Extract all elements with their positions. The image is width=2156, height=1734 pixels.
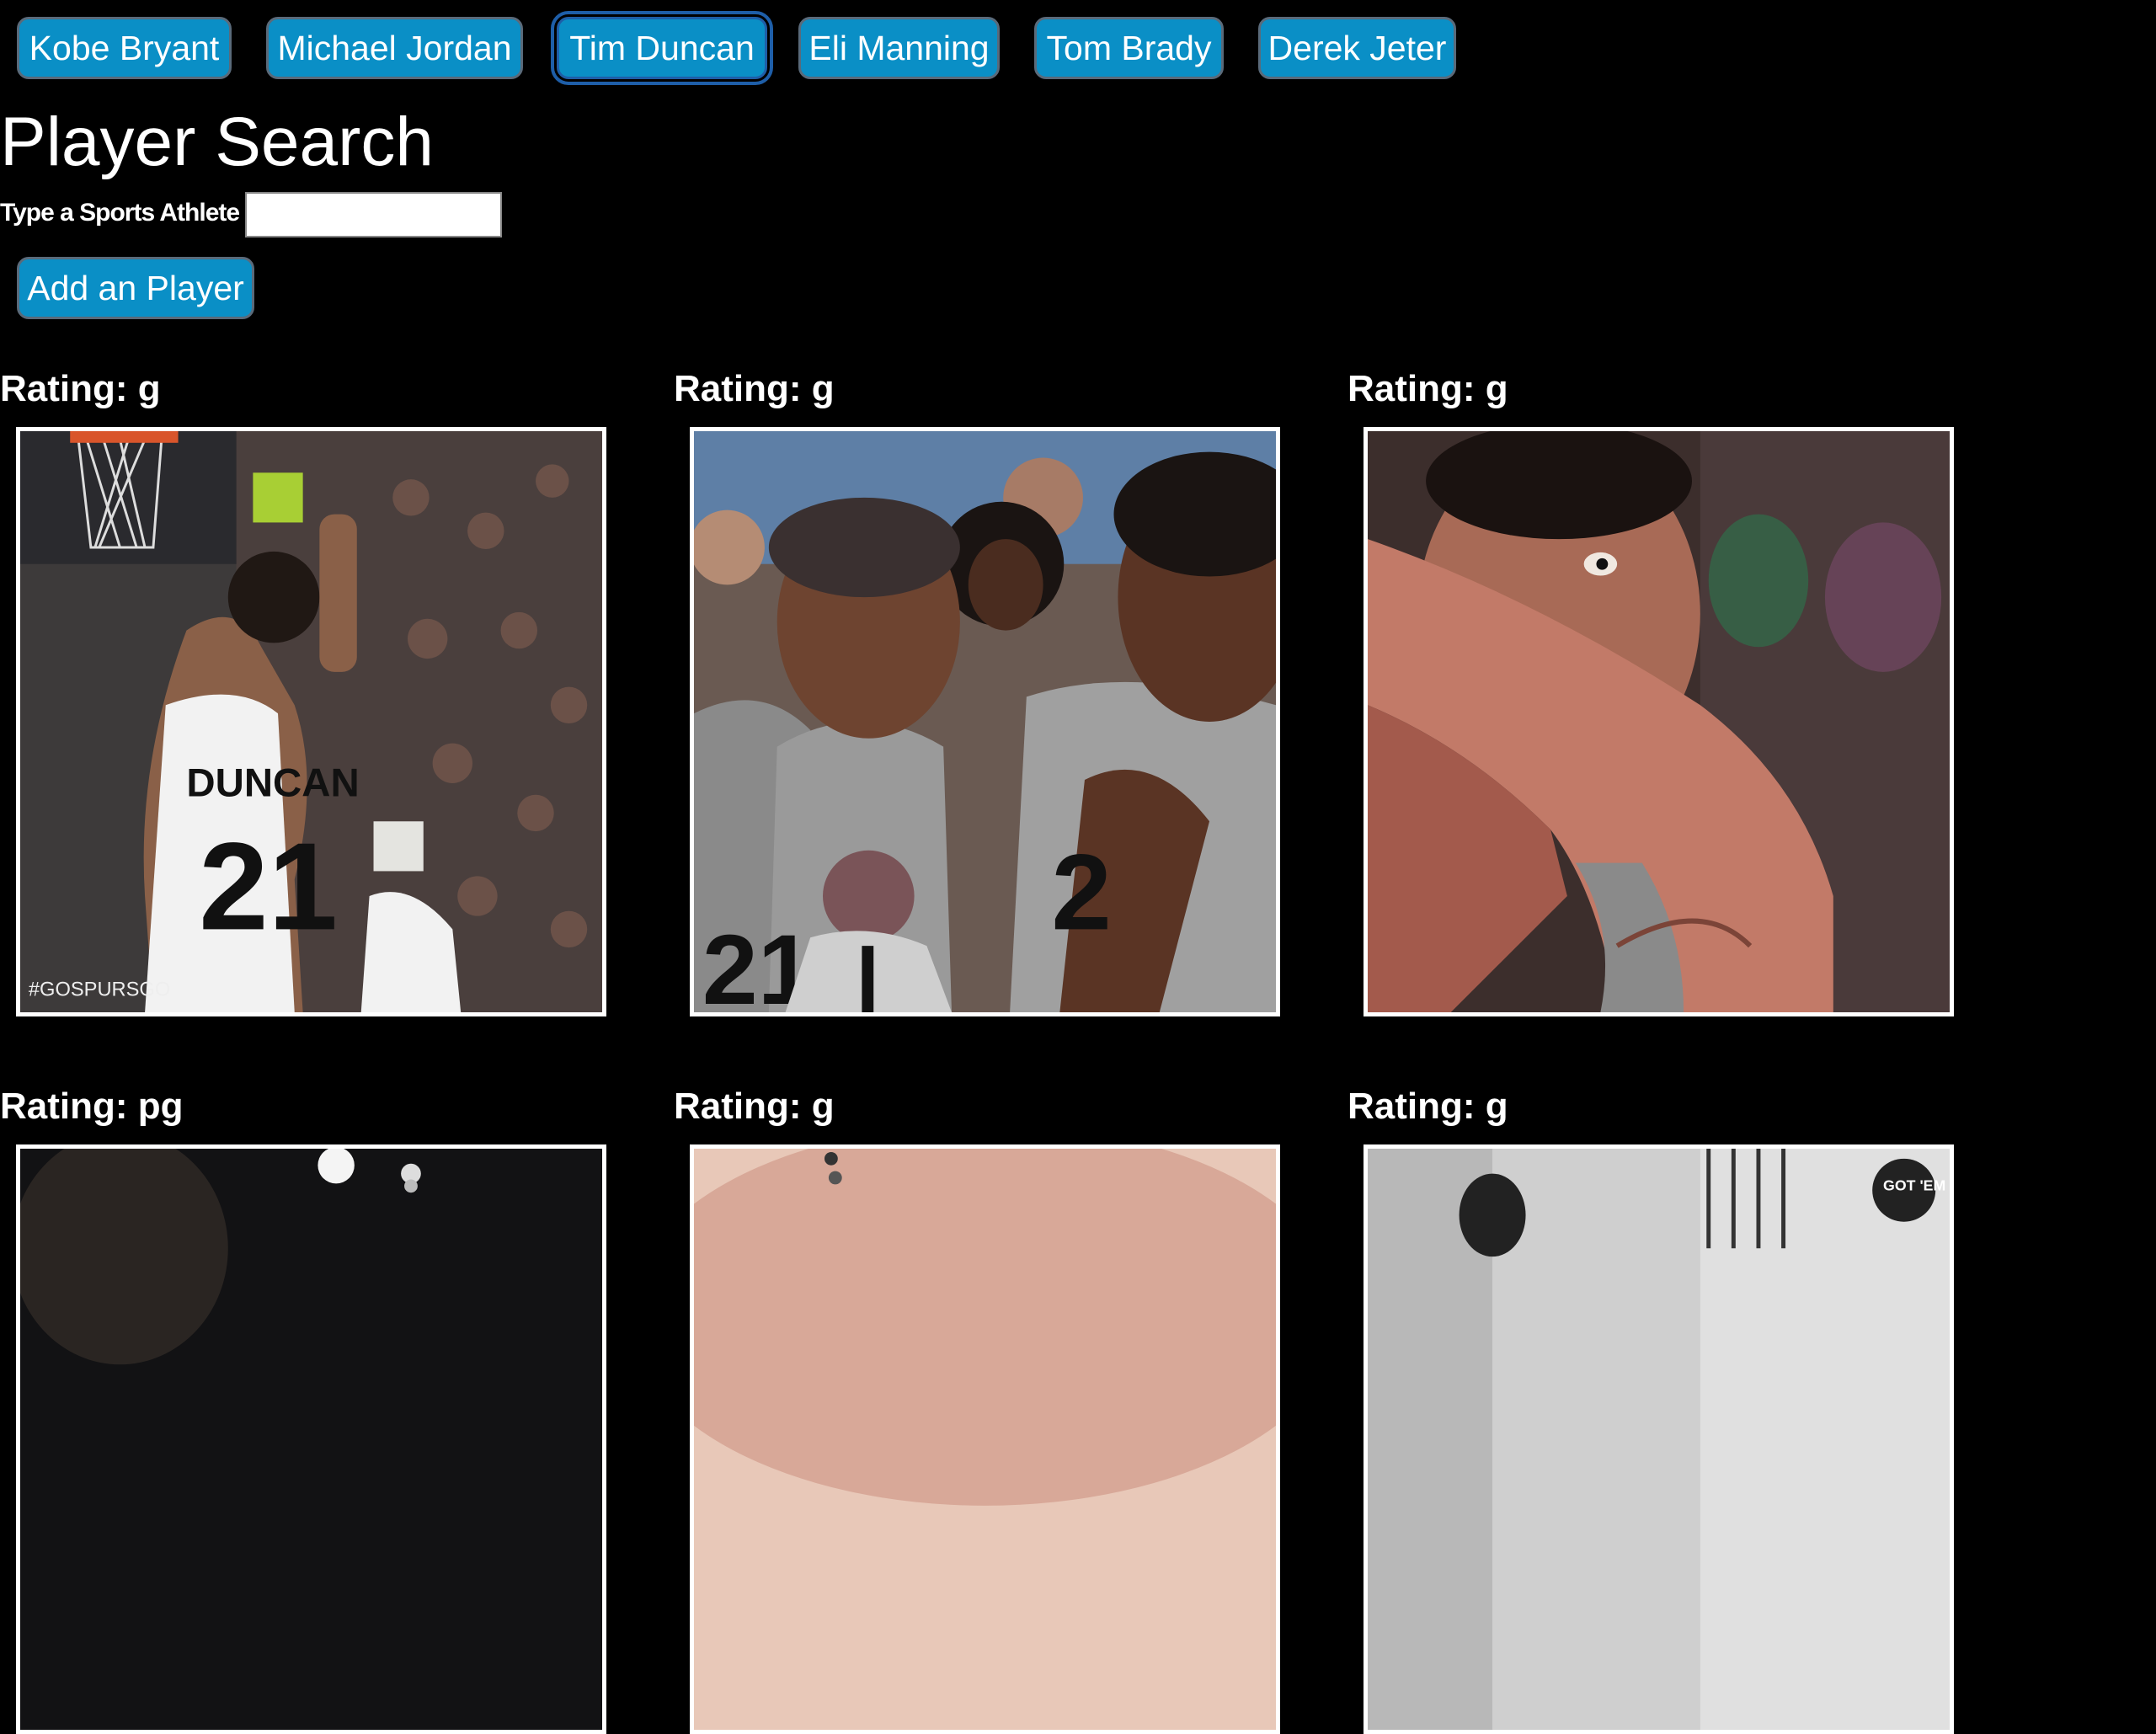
- rating-label: Rating: g: [0, 368, 161, 409]
- search-label: Type a Sports Athlete: [0, 199, 240, 227]
- player-gif-image: 21 2: [694, 431, 1276, 1012]
- player-gif-image: [1368, 431, 1950, 1012]
- player-button-tim-duncan[interactable]: Tim Duncan: [551, 11, 773, 85]
- player-gif[interactable]: 21 2: [690, 427, 1280, 1016]
- player-gif[interactable]: [16, 1144, 606, 1734]
- gif-watermark-text: GOT 'EM: [1883, 1176, 1945, 1193]
- jersey-number-text: 2: [1051, 833, 1111, 953]
- player-gif[interactable]: [690, 1144, 1280, 1734]
- player-gif[interactable]: [1364, 427, 1954, 1016]
- player-button-michael-jordan[interactable]: Michael Jordan: [266, 17, 523, 79]
- player-gif-image: GOT 'EM: [1368, 1149, 1950, 1730]
- jersey-number-text: 21: [199, 818, 338, 957]
- player-gif[interactable]: DUNCAN 21 #GOSPURSGO: [16, 427, 606, 1016]
- player-button-kobe-bryant[interactable]: Kobe Bryant: [17, 17, 232, 79]
- player-button-eli-manning[interactable]: Eli Manning: [798, 17, 1000, 79]
- player-gif-image: [20, 1149, 602, 1730]
- athlete-search-input[interactable]: [245, 192, 502, 237]
- add-player-button[interactable]: Add an Player: [17, 257, 254, 319]
- player-gif-image: [694, 1149, 1276, 1730]
- gif-overlay-text: #GOSPURSGO: [29, 979, 170, 1000]
- rating-label: Rating: pg: [0, 1086, 184, 1127]
- player-button-derek-jeter[interactable]: Derek Jeter: [1258, 17, 1456, 79]
- player-button-tom-brady[interactable]: Tom Brady: [1034, 17, 1224, 79]
- player-gif[interactable]: GOT 'EM: [1364, 1144, 1954, 1734]
- rating-label: Rating: g: [1348, 1086, 1508, 1127]
- rating-label: Rating: g: [674, 368, 835, 409]
- player-gif-image: DUNCAN 21 #GOSPURSGO: [20, 431, 602, 1012]
- jersey-name-text: DUNCAN: [186, 761, 359, 806]
- page-title: Player Search: [0, 104, 435, 180]
- rating-label: Rating: g: [674, 1086, 835, 1127]
- rating-label: Rating: g: [1348, 368, 1508, 409]
